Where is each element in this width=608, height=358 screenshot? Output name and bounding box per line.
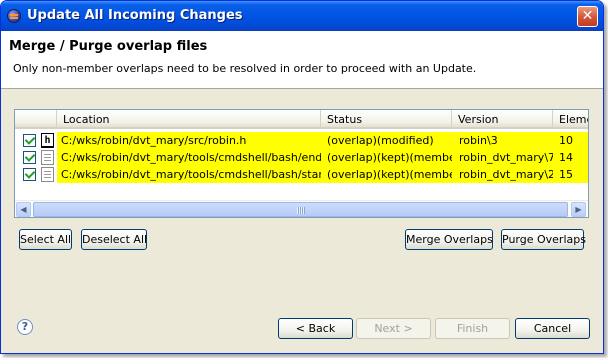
grip-icon [297, 207, 305, 214]
column-header-status[interactable]: Status [321, 110, 452, 129]
cell-version: robin_dvt_mary\2 [459, 168, 553, 181]
next-button[interactable]: Next > [356, 318, 431, 339]
cell-status: (overlap)(modified) [327, 134, 434, 147]
cell-element: 15 [559, 168, 573, 181]
cancel-button[interactable]: Cancel [515, 318, 590, 339]
dialog-window: Update All Incoming Changes ✕ Merge / Pu… [0, 0, 604, 354]
table-row[interactable]: h C:/wks/robin/dvt_mary/src/robin.h (ove… [15, 132, 588, 149]
overlap-files-table: Location Status Version Eleme h C:/wks/r… [14, 109, 589, 218]
text-file-icon [41, 167, 54, 182]
row-checkbox[interactable] [23, 151, 36, 164]
text-file-icon [41, 150, 54, 165]
cell-element: 10 [559, 134, 573, 147]
window-title: Update All Incoming Changes [27, 8, 243, 23]
h-file-icon: h [41, 133, 54, 148]
finish-button[interactable]: Finish [435, 318, 510, 339]
cell-location: C:/wks/robin/dvt_mary/src/robin.h [61, 134, 247, 147]
page-message: Only non-member overlaps need to be reso… [13, 62, 477, 75]
column-header-check [15, 110, 57, 129]
column-header-element[interactable]: Eleme [553, 110, 588, 129]
cell-element: 14 [559, 151, 573, 164]
title-bar[interactable]: Update All Incoming Changes ✕ [1, 1, 603, 31]
scroll-left-icon[interactable]: ◀ [16, 202, 31, 217]
column-header-location[interactable]: Location [57, 110, 321, 129]
page-title: Merge / Purge overlap files [9, 39, 208, 54]
column-header-version[interactable]: Version [452, 110, 553, 129]
row-checkbox[interactable] [23, 168, 36, 181]
cell-location: C:/wks/robin/dvt_mary/tools/cmdshell/bas… [61, 151, 321, 164]
scrollbar-thumb[interactable] [33, 202, 568, 217]
close-button[interactable]: ✕ [577, 6, 598, 27]
cell-status: (overlap)(kept)(member) [327, 151, 452, 164]
wizard-header: Merge / Purge overlap files Only non-mem… [1, 31, 603, 89]
scroll-right-icon[interactable]: ▶ [571, 202, 586, 217]
cell-version: robin_dvt_mary\7 [459, 151, 553, 164]
deselect-all-button[interactable]: Deselect All [81, 229, 147, 250]
table-row[interactable]: C:/wks/robin/dvt_mary/tools/cmdshell/bas… [15, 149, 588, 166]
select-all-button[interactable]: Select All [19, 229, 72, 250]
row-checkbox[interactable] [23, 134, 36, 147]
merge-overlaps-button[interactable]: Merge Overlaps [405, 229, 493, 250]
cell-version: robin\3 [459, 134, 498, 147]
help-icon[interactable]: ? [17, 319, 33, 335]
table-row[interactable]: C:/wks/robin/dvt_mary/tools/cmdshell/bas… [15, 166, 588, 183]
table-header: Location Status Version Eleme [15, 110, 588, 129]
app-icon [7, 9, 21, 23]
cell-status: (overlap)(kept)(member) [327, 168, 452, 181]
purge-overlaps-button[interactable]: Purge Overlaps [501, 229, 586, 250]
horizontal-scrollbar[interactable]: ◀ ▶ [15, 200, 588, 217]
cell-location: C:/wks/robin/dvt_mary/tools/cmdshell/bas… [61, 168, 321, 181]
back-button[interactable]: < Back [278, 318, 353, 339]
